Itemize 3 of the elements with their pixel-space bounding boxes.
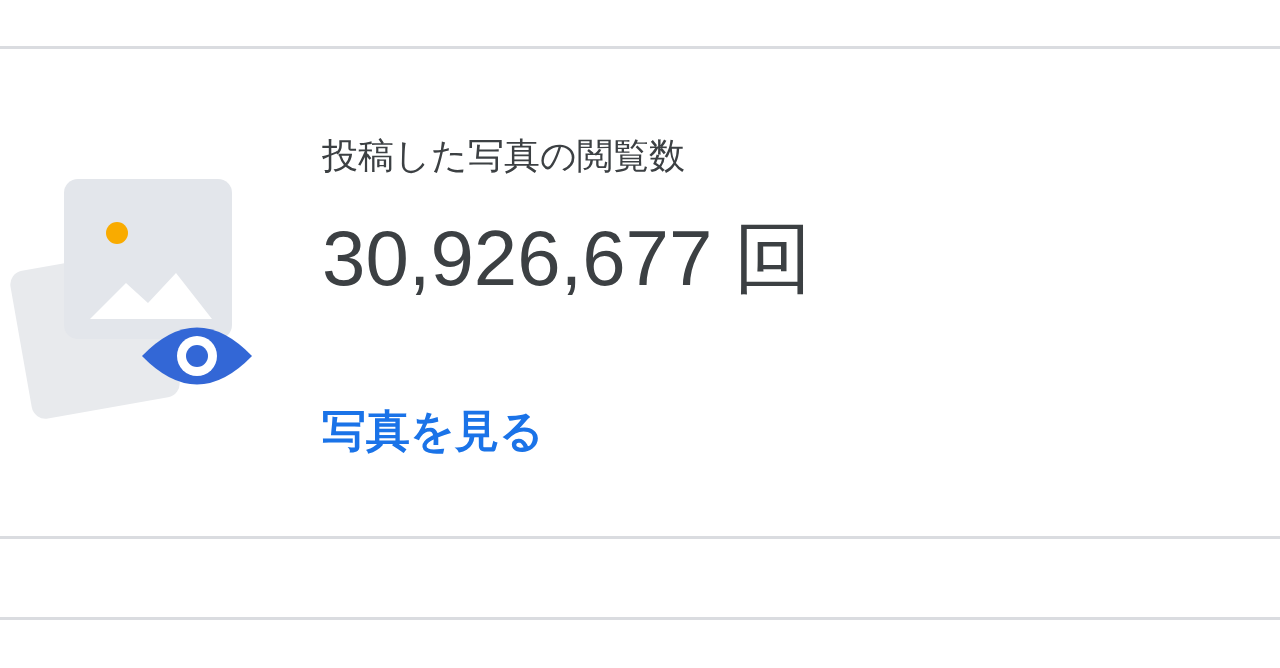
see-photos-link[interactable]: 写真を見る	[322, 405, 544, 457]
stat-title: 投稿した写真の閲覧数	[322, 135, 685, 177]
view-count: 30,926,677 回	[322, 213, 813, 303]
